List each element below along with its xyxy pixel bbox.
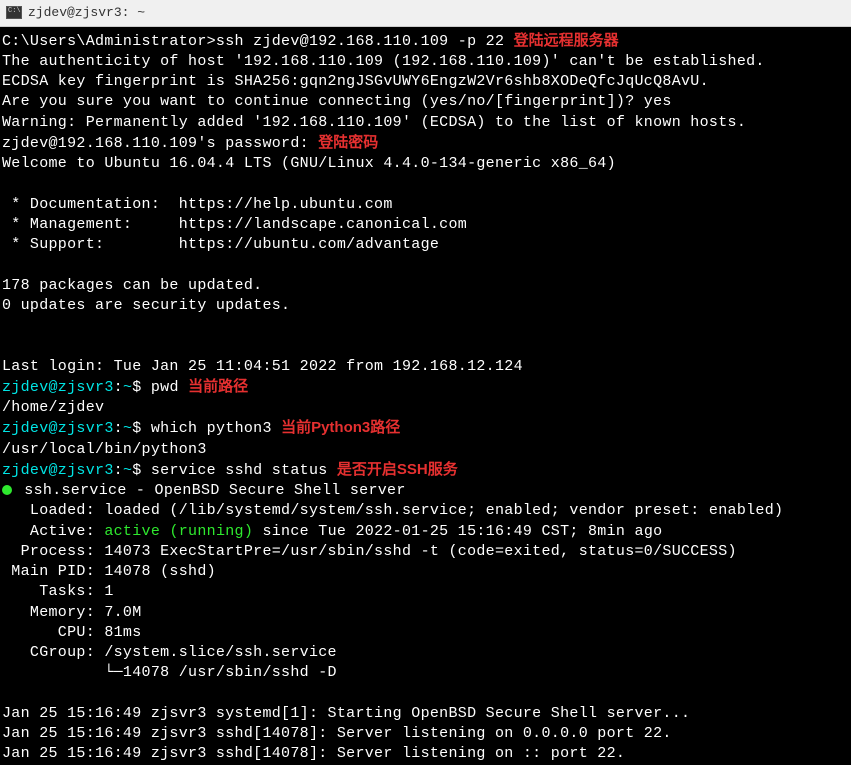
terminal-line: Warning: Permanently added '192.168.110.… bbox=[2, 113, 849, 133]
terminal-line: * Management: https://landscape.canonica… bbox=[2, 215, 849, 235]
terminal-line: ECDSA key fingerprint is SHA256:gqn2ngJS… bbox=[2, 72, 849, 92]
terminal-line: Memory: 7.0M bbox=[2, 603, 849, 623]
terminal-line: └─14078 /usr/sbin/sshd -D bbox=[2, 663, 849, 683]
terminal-line: Process: 14073 ExecStartPre=/usr/sbin/ss… bbox=[2, 542, 849, 562]
annotation-text: 是否开启SSH服务 bbox=[337, 461, 458, 478]
terminal-text: active (running) bbox=[104, 523, 253, 540]
terminal-text: since Tue 2022-01-25 15:16:49 CST; 8min … bbox=[253, 523, 662, 540]
terminal-line bbox=[2, 255, 849, 275]
terminal-text: CPU: 81ms bbox=[2, 624, 142, 641]
terminal-line: Welcome to Ubuntu 16.04.4 LTS (GNU/Linux… bbox=[2, 154, 849, 174]
terminal-line: zjdev@zjsvr3:~$ which python3 当前Python3路… bbox=[2, 418, 849, 439]
terminal-text: Tasks: 1 bbox=[2, 583, 114, 600]
terminal-line: zjdev@zjsvr3:~$ service sshd status 是否开启… bbox=[2, 460, 849, 481]
terminal-line: zjdev@zjsvr3:~$ pwd 当前路径 bbox=[2, 377, 849, 398]
annotation-text: 当前Python3路径 bbox=[281, 419, 400, 436]
terminal-text: zjdev@zjsvr3 bbox=[2, 420, 114, 437]
annotation-text: 登陆密码 bbox=[318, 134, 378, 151]
terminal-text: ~ bbox=[123, 379, 132, 396]
status-dot-icon bbox=[2, 485, 12, 495]
terminal-text: : bbox=[114, 379, 123, 396]
terminal-text: $ service sshd status bbox=[132, 462, 337, 479]
terminal-line: * Documentation: https://help.ubuntu.com bbox=[2, 195, 849, 215]
terminal-text: $ pwd bbox=[132, 379, 188, 396]
terminal-text: ~ bbox=[123, 462, 132, 479]
terminal-line: Last login: Tue Jan 25 11:04:51 2022 fro… bbox=[2, 357, 849, 377]
terminal-text: /home/zjdev bbox=[2, 399, 104, 416]
window-title: zjdev@zjsvr3: ~ bbox=[28, 4, 145, 22]
terminal-line: Jan 25 15:16:49 zjsvr3 sshd[14078]: Serv… bbox=[2, 744, 849, 764]
window-titlebar: zjdev@zjsvr3: ~ bbox=[0, 0, 851, 27]
terminal-text: $ which python3 bbox=[132, 420, 281, 437]
terminal-line: The authenticity of host '192.168.110.10… bbox=[2, 52, 849, 72]
terminal-icon bbox=[6, 6, 22, 19]
terminal-line: CGroup: /system.slice/ssh.service bbox=[2, 643, 849, 663]
terminal-text: ~ bbox=[123, 420, 132, 437]
terminal-text: Process: 14073 ExecStartPre=/usr/sbin/ss… bbox=[2, 543, 737, 560]
terminal-text: C:\Users\Administrator>ssh zjdev@192.168… bbox=[2, 33, 514, 50]
terminal-text: zjdev@zjsvr3 bbox=[2, 379, 114, 396]
terminal-text: * Support: https://ubuntu.com/advantage bbox=[2, 236, 439, 253]
terminal-text: Jan 25 15:16:49 zjsvr3 sshd[14078]: Serv… bbox=[2, 725, 672, 742]
terminal-text: Jan 25 15:16:49 zjsvr3 systemd[1]: Start… bbox=[2, 705, 690, 722]
terminal-text: ECDSA key fingerprint is SHA256:gqn2ngJS… bbox=[2, 73, 709, 90]
terminal-text: zjdev@zjsvr3 bbox=[2, 462, 114, 479]
terminal-text: ssh.service - OpenBSD Secure Shell serve… bbox=[15, 482, 406, 499]
terminal-text: : bbox=[114, 462, 123, 479]
terminal-line: /home/zjdev bbox=[2, 398, 849, 418]
terminal-line: Jan 25 15:16:49 zjsvr3 sshd[14078]: Serv… bbox=[2, 724, 849, 744]
terminal-text: /usr/local/bin/python3 bbox=[2, 441, 207, 458]
terminal-line: zjdev@192.168.110.109's password: 登陆密码 bbox=[2, 133, 849, 154]
terminal-text: Main PID: 14078 (sshd) bbox=[2, 563, 216, 580]
terminal-text: * Documentation: https://help.ubuntu.com bbox=[2, 196, 393, 213]
terminal-text: CGroup: /system.slice/ssh.service bbox=[2, 644, 337, 661]
terminal-text: Warning: Permanently added '192.168.110.… bbox=[2, 114, 746, 131]
terminal-line: Loaded: loaded (/lib/systemd/system/ssh.… bbox=[2, 501, 849, 521]
terminal-line bbox=[2, 174, 849, 194]
terminal-line: /usr/local/bin/python3 bbox=[2, 440, 849, 460]
terminal-line: 0 updates are security updates. bbox=[2, 296, 849, 316]
terminal-text: 178 packages can be updated. bbox=[2, 277, 262, 294]
terminal-line: * Support: https://ubuntu.com/advantage bbox=[2, 235, 849, 255]
terminal-line: Jan 25 15:16:49 zjsvr3 systemd[1]: Start… bbox=[2, 704, 849, 724]
terminal-line: C:\Users\Administrator>ssh zjdev@192.168… bbox=[2, 31, 849, 52]
terminal-line: CPU: 81ms bbox=[2, 623, 849, 643]
terminal-output[interactable]: C:\Users\Administrator>ssh zjdev@192.168… bbox=[0, 27, 851, 765]
terminal-text: Active: bbox=[2, 523, 104, 540]
terminal-text: Are you sure you want to continue connec… bbox=[2, 93, 672, 110]
terminal-text: zjdev@192.168.110.109's password: bbox=[2, 135, 318, 152]
terminal-line: Active: active (running) since Tue 2022-… bbox=[2, 522, 849, 542]
terminal-text: └─14078 /usr/sbin/sshd -D bbox=[2, 664, 337, 681]
terminal-line bbox=[2, 336, 849, 356]
terminal-line bbox=[2, 316, 849, 336]
terminal-text: Welcome to Ubuntu 16.04.4 LTS (GNU/Linux… bbox=[2, 155, 616, 172]
terminal-line: 178 packages can be updated. bbox=[2, 276, 849, 296]
terminal-text: The authenticity of host '192.168.110.10… bbox=[2, 53, 765, 70]
terminal-line: Tasks: 1 bbox=[2, 582, 849, 602]
terminal-text: Loaded: loaded (/lib/systemd/system/ssh.… bbox=[2, 502, 783, 519]
terminal-text: Last login: Tue Jan 25 11:04:51 2022 fro… bbox=[2, 358, 523, 375]
terminal-line: Main PID: 14078 (sshd) bbox=[2, 562, 849, 582]
terminal-text: 0 updates are security updates. bbox=[2, 297, 290, 314]
terminal-text: : bbox=[114, 420, 123, 437]
annotation-text: 当前路径 bbox=[188, 378, 248, 395]
terminal-text: Memory: 7.0M bbox=[2, 604, 142, 621]
terminal-text: Jan 25 15:16:49 zjsvr3 sshd[14078]: Serv… bbox=[2, 745, 625, 762]
terminal-line: Are you sure you want to continue connec… bbox=[2, 92, 849, 112]
terminal-line: ssh.service - OpenBSD Secure Shell serve… bbox=[2, 481, 849, 501]
terminal-line bbox=[2, 684, 849, 704]
terminal-text: * Management: https://landscape.canonica… bbox=[2, 216, 467, 233]
annotation-text: 登陆远程服务器 bbox=[514, 32, 619, 49]
